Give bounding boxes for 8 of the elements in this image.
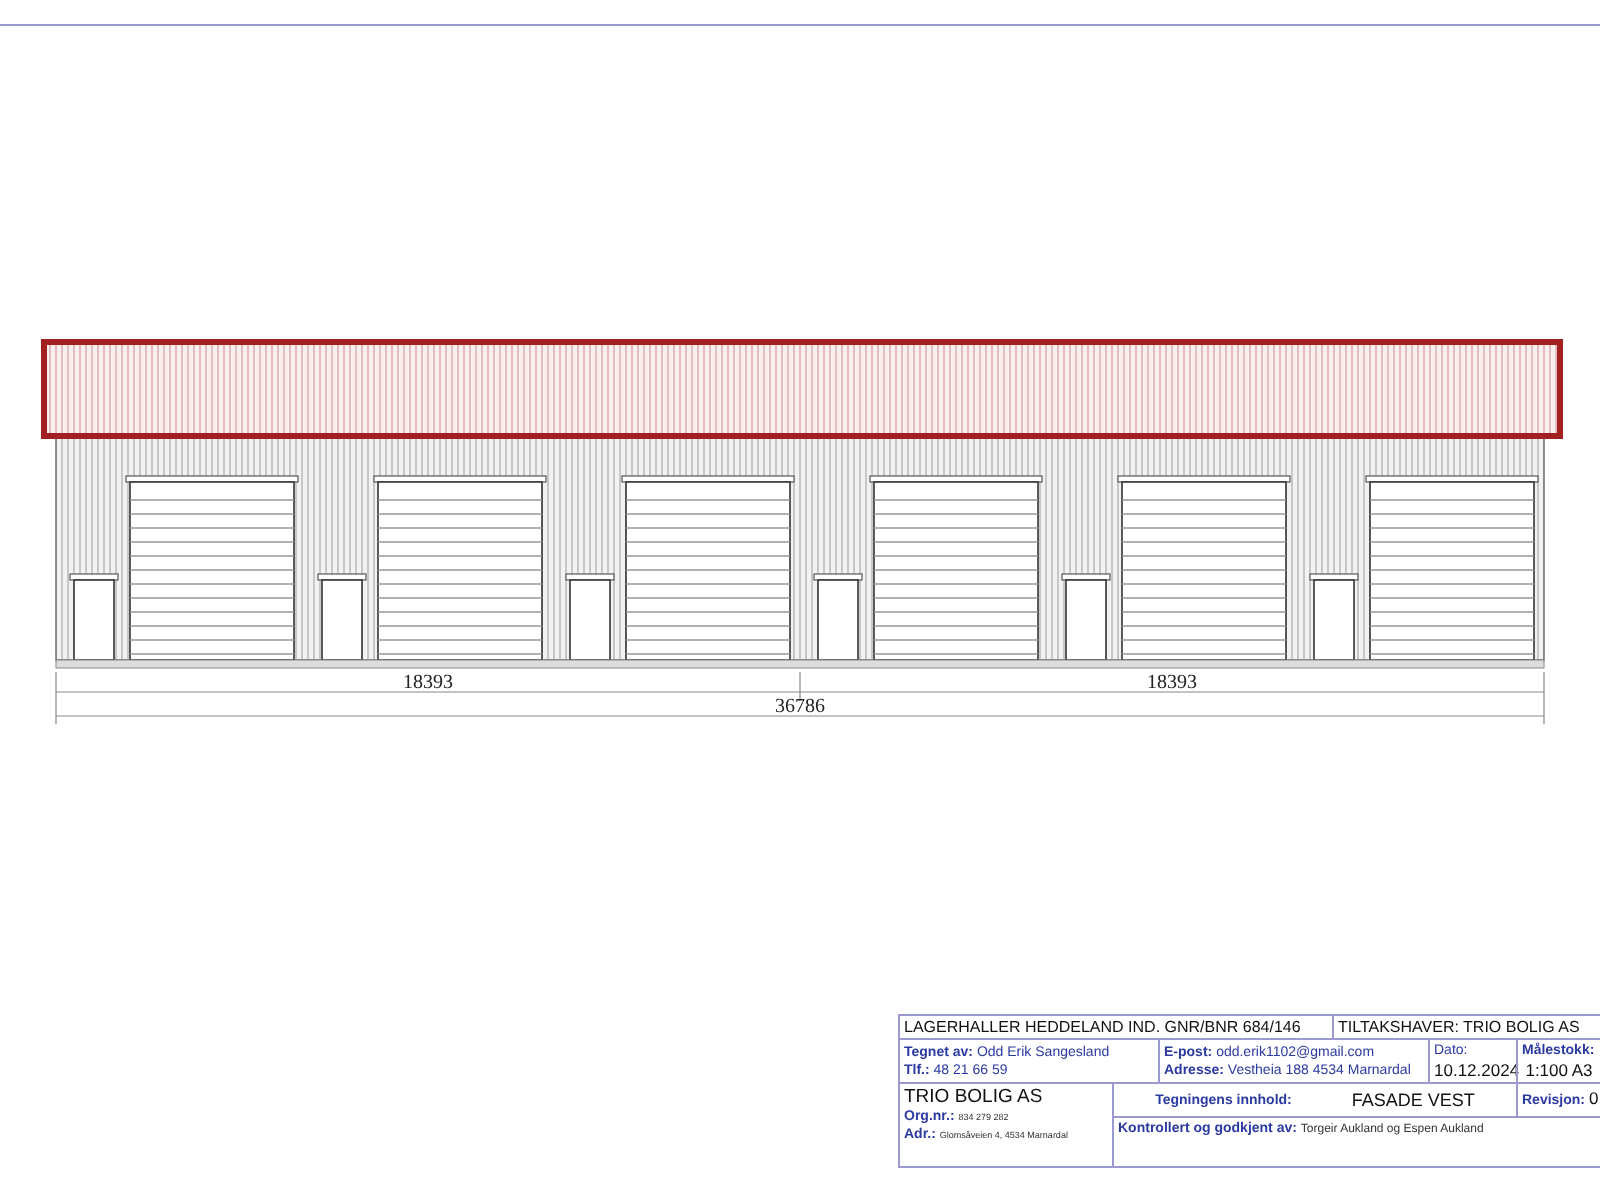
scale-value: 1:100 A3 <box>1523 1060 1595 1080</box>
project-title: LAGERHALLER HEDDELAND IND. GNR/BNR 684/146 <box>904 1018 1303 1036</box>
dimension-label: 18393 <box>403 672 453 694</box>
company-name: TRIO BOLIG AS <box>904 1086 1045 1108</box>
owner-label: TILTAKSHAVER: TRIO BOLIG AS <box>1338 1018 1582 1036</box>
content-value: FASADE VEST <box>1351 1090 1475 1110</box>
dimension-label: 36786 <box>775 696 825 718</box>
dimension-label: 18393 <box>1147 672 1197 694</box>
